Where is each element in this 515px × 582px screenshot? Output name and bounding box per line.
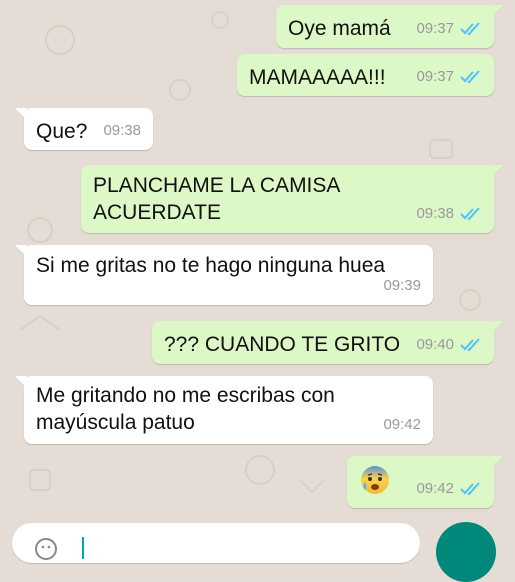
message-text: MAMAAAAA!!! — [249, 66, 386, 89]
message-line: mayúscula patuo — [36, 411, 195, 434]
message-time: 09:37 — [416, 20, 454, 37]
message-line: PLANCHAME LA CAMISA — [93, 174, 341, 197]
message-outgoing[interactable]: ??? CUANDO TE GRITO 09:40 — [152, 321, 503, 364]
text-cursor — [82, 537, 84, 559]
send-button[interactable] — [436, 522, 496, 582]
message-meta: 09:37 — [416, 63, 482, 90]
message-outgoing[interactable]: PLANCHAME LA CAMISA ACUERDATE 09:38 — [81, 165, 503, 233]
message-meta: 09:40 — [416, 331, 482, 358]
message-outgoing[interactable]: MAMAAAAA!!! 09:37 — [237, 54, 494, 96]
message-text: ??? CUANDO TE GRITO — [164, 333, 401, 356]
message-meta: 09:37 — [416, 15, 482, 42]
message-time: 09:39 — [383, 277, 421, 294]
message-meta: 09:39 — [383, 272, 421, 299]
message-text: Que? — [36, 120, 88, 143]
message-meta: 09:38 — [416, 200, 482, 227]
message-time: 09:38 — [103, 122, 141, 139]
message-incoming[interactable]: Que? 09:38 — [15, 108, 153, 150]
message-composer[interactable] — [12, 523, 420, 563]
message-time: 09:38 — [416, 205, 454, 222]
message-text: Si me gritas no te hago ninguna huea — [36, 254, 386, 277]
message-text: Me gritando no me escribas con mayúscula… — [36, 382, 335, 436]
anxious-face-with-sweat-emoji — [361, 466, 389, 494]
message-outgoing[interactable]: Oye mamá 09:37 — [276, 5, 503, 48]
message-text: Oye mamá — [288, 17, 391, 40]
message-text: PLANCHAME LA CAMISA ACUERDATE — [93, 172, 340, 226]
message-time: 09:37 — [416, 68, 454, 85]
message-meta: 09:42 — [416, 475, 482, 502]
double-check-icon — [460, 21, 480, 35]
emoji-icon[interactable] — [34, 537, 58, 561]
message-time: 09:42 — [383, 416, 421, 433]
double-check-icon — [460, 206, 480, 220]
double-check-icon — [460, 69, 480, 83]
message-incoming[interactable]: Me gritando no me escribas con mayúscula… — [15, 376, 433, 444]
message-meta: 09:42 — [383, 411, 421, 438]
message-meta: 09:38 — [103, 117, 141, 144]
double-check-icon — [460, 481, 480, 495]
message-incoming[interactable]: Si me gritas no te hago ninguna huea 09:… — [15, 245, 433, 305]
message-line: Me gritando no me escribas con — [36, 384, 335, 407]
message-time: 09:42 — [416, 480, 454, 497]
double-check-icon — [460, 337, 480, 351]
message-line: ACUERDATE — [93, 201, 221, 224]
message-time: 09:40 — [416, 336, 454, 353]
message-outgoing[interactable]: 09:42 — [347, 456, 503, 508]
